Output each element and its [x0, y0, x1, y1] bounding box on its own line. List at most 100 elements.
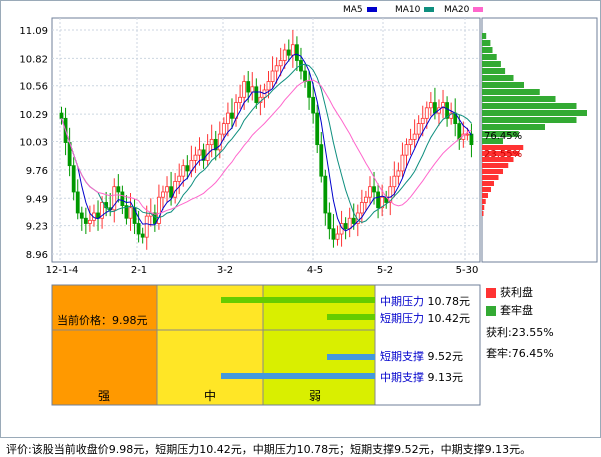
trapped-bar [482, 211, 484, 216]
candle [307, 81, 311, 98]
candle [120, 191, 125, 207]
profit-bar [482, 82, 524, 88]
trapped-legend: 套牢盘 [486, 302, 533, 318]
x-tick-label: 12-1-4 [46, 265, 79, 276]
candle [197, 149, 202, 156]
candle [75, 191, 80, 214]
y-tick-label: 11.09 [19, 26, 48, 37]
x-tick-label: 4-5 [307, 265, 323, 276]
candle [177, 175, 182, 182]
candle [412, 133, 417, 140]
candle [359, 202, 364, 214]
profit-bar [482, 110, 587, 116]
y-tick-label: 8.96 [26, 250, 48, 261]
short-resistance: 短期压力 10.42元 [380, 312, 470, 325]
trapped-bar [482, 163, 509, 168]
price-chart: 11.09 10.82 10.56 10.29 10.03 9.76 9.49 9.23 8.9… [19, 17, 598, 406]
trapped-bar [482, 193, 488, 198]
y-tick-label: 9.23 [26, 222, 48, 233]
ma20-swatch [473, 7, 484, 12]
profit-bar [482, 33, 487, 39]
candle [165, 186, 169, 193]
candle [221, 123, 226, 135]
trapped-bar [482, 169, 503, 174]
x-tick-label: 5-2 [377, 265, 393, 276]
candle [128, 207, 133, 219]
profit-percent: 获利:23.55% [486, 326, 554, 339]
profit-bar [482, 124, 545, 130]
candle [396, 170, 401, 177]
y-tick-label: 10.29 [19, 110, 48, 121]
trapped-bar [482, 181, 494, 186]
candle [315, 112, 320, 146]
candle [136, 223, 141, 235]
candle [250, 86, 255, 93]
candle [323, 175, 328, 214]
zone-weak-label: 弱 [308, 389, 321, 403]
candle [140, 233, 145, 238]
level-bar [327, 314, 375, 320]
candle [286, 49, 291, 56]
profit-bar [482, 103, 577, 109]
zone-mid-label: 中 [203, 389, 216, 403]
candle [420, 117, 425, 124]
candle [185, 165, 190, 172]
candle [246, 81, 251, 93]
trapped-bar [482, 187, 491, 192]
profit-bar [482, 47, 493, 53]
profit-bar [482, 75, 514, 81]
candle [351, 217, 356, 224]
level-bar [221, 373, 375, 379]
profit-bar [482, 68, 506, 74]
candle [416, 123, 421, 135]
candle [311, 96, 316, 114]
evaluation-text: 评价:该股当前收盘价9.98元，短期压力10.42元，中期压力10.78元；短期… [6, 443, 532, 456]
level-bar [327, 354, 375, 360]
mid-resistance: 中期压力 10.78元 [380, 295, 470, 308]
candle [408, 138, 413, 146]
candle [327, 212, 332, 230]
short-support: 短期支撑 9.52元 [380, 350, 463, 363]
profit-bar [482, 54, 497, 60]
candle [424, 107, 429, 119]
candle [404, 144, 409, 156]
candle [83, 217, 88, 224]
candle [71, 165, 76, 193]
zone-strong-label: 强 [97, 389, 110, 403]
candle [295, 44, 299, 61]
candle [238, 96, 242, 103]
level-bar [221, 297, 375, 303]
profit-bar [482, 61, 501, 67]
profit-bar [482, 89, 540, 95]
candle [278, 60, 283, 67]
ma10-swatch [424, 7, 435, 12]
candle [254, 86, 259, 103]
candle [343, 223, 348, 230]
y-tick-label: 10.56 [19, 82, 48, 93]
candle [335, 233, 340, 240]
candle [433, 102, 437, 114]
candle [372, 186, 376, 193]
candle [469, 133, 474, 146]
candle [376, 191, 380, 209]
y-tick-label: 9.76 [26, 166, 48, 177]
candle [59, 112, 64, 119]
trapped-percent: 套牢:76.45% [486, 347, 554, 360]
candle [270, 70, 275, 82]
candle [331, 228, 336, 240]
trapped-bar [482, 175, 499, 180]
y-tick-label: 10.03 [19, 137, 48, 148]
candle [428, 102, 433, 109]
candle [282, 49, 287, 61]
x-tick-label: 3-2 [217, 265, 233, 276]
trapped-swatch [486, 306, 496, 316]
candle [242, 81, 247, 98]
legend-ma20: MA20 [444, 5, 484, 15]
profit-bar [482, 96, 556, 102]
candle [319, 144, 324, 177]
candle [457, 123, 462, 140]
mid-support: 中期支撑 9.13元 [380, 371, 463, 384]
candle [116, 186, 121, 193]
candle [209, 138, 214, 146]
candle [88, 219, 92, 224]
